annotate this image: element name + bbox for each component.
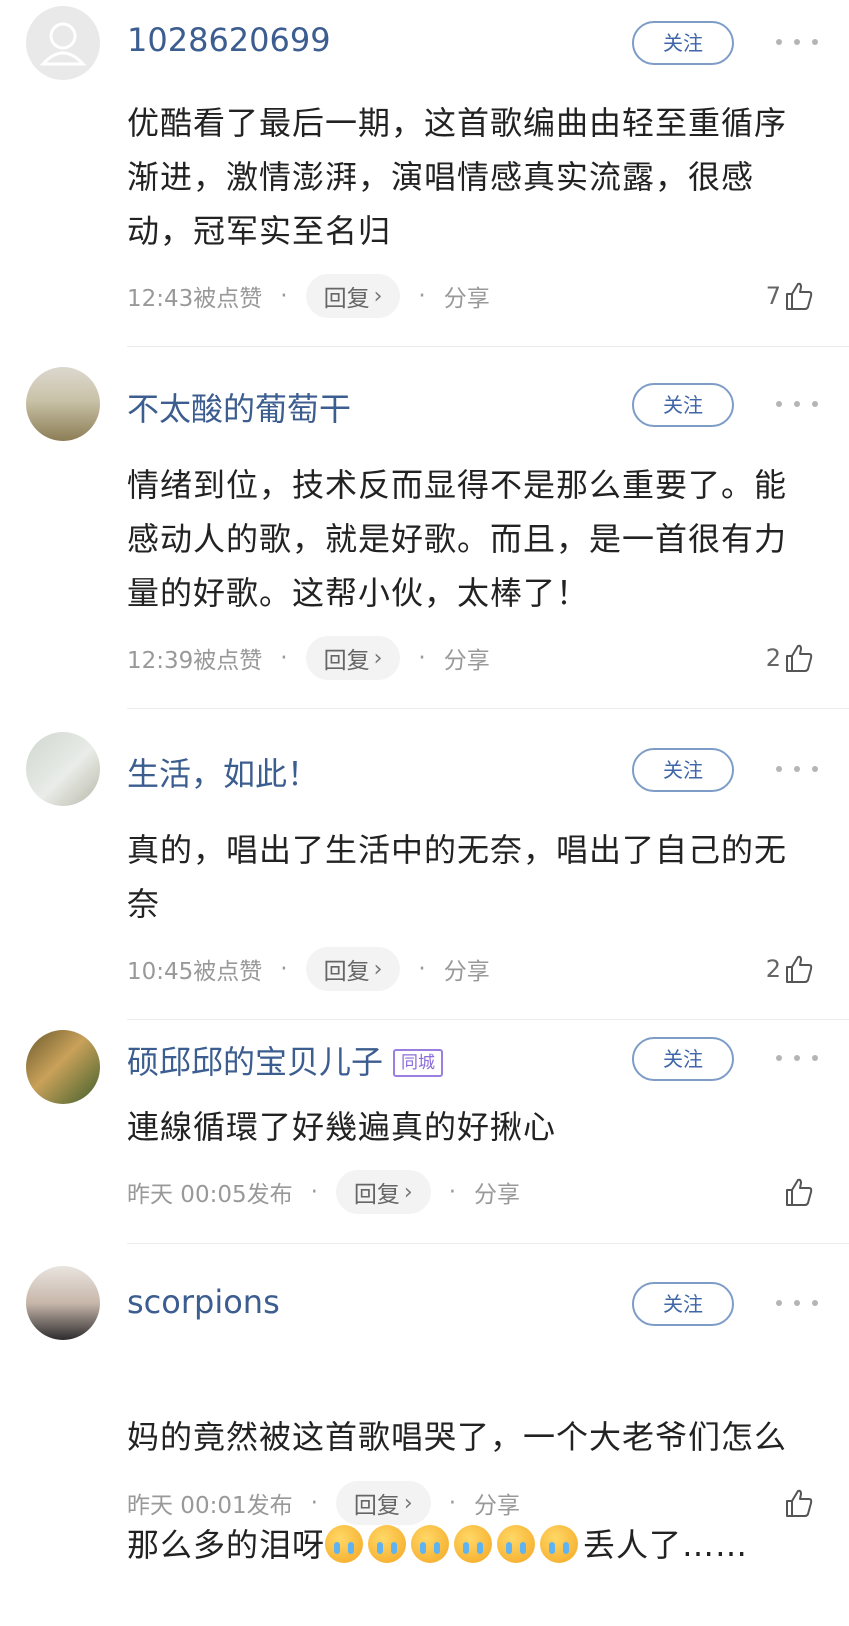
separator-dot: · bbox=[448, 1490, 457, 1516]
comment-time: 昨天 00:01发布 bbox=[127, 1493, 293, 1519]
username[interactable]: scorpions bbox=[127, 1283, 280, 1321]
thumbs-up-icon bbox=[786, 1489, 813, 1517]
crying-emoji bbox=[411, 1525, 450, 1563]
like-button[interactable] bbox=[781, 1170, 815, 1214]
avatar[interactable] bbox=[26, 367, 100, 441]
crying-emoji bbox=[325, 1525, 364, 1563]
crying-emoji bbox=[454, 1525, 493, 1563]
reply-label: 回复 bbox=[323, 286, 370, 312]
share-button[interactable]: 分享 bbox=[444, 952, 490, 986]
follow-button[interactable]: 关注 bbox=[632, 21, 734, 65]
crying-emoji bbox=[497, 1525, 536, 1563]
avatar[interactable] bbox=[26, 1030, 100, 1104]
comment-time: 10:45被点赞 bbox=[127, 959, 263, 985]
reply-label: 回复 bbox=[353, 1493, 400, 1519]
reply-label: 回复 bbox=[323, 959, 370, 985]
divider bbox=[127, 1243, 849, 1244]
comment-meta: 12:43被点赞 · 回复 › · 分享 bbox=[127, 274, 490, 318]
like-button[interactable]: 7 bbox=[766, 274, 815, 318]
comment-text: 优酷看了最后一期，这首歌编曲由轻至重循序 渐进，激情澎湃，演唱情感真实流露，很感… bbox=[127, 104, 788, 250]
like-count: 2 bbox=[765, 955, 781, 983]
reply-button[interactable]: 回复 › bbox=[335, 1481, 431, 1525]
crying-emoji bbox=[540, 1525, 579, 1563]
more-options-icon[interactable] bbox=[776, 1293, 818, 1313]
comment-text: 連線循環了好幾遍真的好揪心 bbox=[127, 1108, 557, 1146]
follow-button[interactable]: 关注 bbox=[632, 1282, 734, 1326]
separator-dot: · bbox=[280, 283, 288, 309]
more-options-icon[interactable] bbox=[776, 759, 818, 779]
comment-meta: 12:39被点赞 · 回复 › · 分享 bbox=[127, 636, 490, 680]
comment-list: 1028620699 关注 优酷看了最后一期，这首歌编曲由轻至重循序 渐进，激情… bbox=[0, 0, 849, 1566]
chevron-right-icon: › bbox=[373, 645, 383, 671]
username[interactable]: 1028620699 bbox=[127, 21, 331, 59]
chevron-right-icon: › bbox=[373, 956, 383, 982]
emoji-row bbox=[325, 1525, 583, 1564]
follow-button[interactable]: 关注 bbox=[632, 748, 734, 792]
username-text: 硕邱邱的宝贝儿子 bbox=[127, 1043, 384, 1081]
comment-text-line: 妈的竟然被这首歌唱哭了，一个大老爷们怎么 bbox=[127, 1418, 788, 1456]
divider bbox=[127, 1019, 849, 1020]
divider bbox=[127, 346, 849, 347]
reply-label: 回复 bbox=[323, 648, 370, 674]
separator-dot: · bbox=[310, 1179, 318, 1205]
share-button[interactable]: 分享 bbox=[474, 1175, 520, 1209]
comment-text: 真的，唱出了生活中的无奈，唱出了自己的无 奈 bbox=[127, 831, 788, 923]
avatar[interactable] bbox=[26, 1266, 100, 1340]
crying-emoji bbox=[368, 1525, 407, 1563]
chevron-right-icon: › bbox=[403, 1490, 413, 1516]
separator-dot: · bbox=[448, 1179, 457, 1205]
separator-dot: · bbox=[418, 645, 426, 671]
avatar[interactable] bbox=[26, 732, 100, 806]
like-count: 7 bbox=[765, 282, 781, 310]
reply-button[interactable]: 回复 › bbox=[335, 1170, 431, 1214]
chevron-right-icon: › bbox=[403, 1179, 413, 1205]
text-suffix: 丢人了…… bbox=[583, 1526, 749, 1564]
more-options-icon[interactable] bbox=[776, 32, 818, 52]
thumbs-up-icon bbox=[786, 644, 813, 672]
chevron-right-icon: › bbox=[373, 283, 383, 309]
thumbs-up-icon bbox=[786, 282, 813, 310]
more-options-icon[interactable] bbox=[776, 394, 818, 414]
share-button[interactable]: 分享 bbox=[474, 1486, 520, 1520]
username[interactable]: 不太酸的葡萄干 bbox=[127, 384, 351, 430]
comment-meta: 昨天 00:01发布 · 回复 › · 分享 bbox=[127, 1481, 520, 1525]
follow-button[interactable]: 关注 bbox=[632, 383, 734, 427]
like-button[interactable]: 2 bbox=[766, 636, 815, 680]
share-button[interactable]: 分享 bbox=[444, 641, 490, 675]
avatar[interactable] bbox=[26, 6, 100, 80]
same-city-badge: 同城 bbox=[393, 1049, 444, 1077]
comment-time: 12:43被点赞 bbox=[127, 286, 263, 312]
follow-button[interactable]: 关注 bbox=[632, 1037, 734, 1081]
separator-dot: · bbox=[418, 283, 426, 309]
separator-dot: · bbox=[280, 645, 288, 671]
like-button[interactable] bbox=[781, 1481, 815, 1525]
separator-dot: · bbox=[280, 956, 288, 982]
default-user-icon bbox=[39, 22, 87, 66]
reply-button[interactable]: 回复 › bbox=[305, 947, 401, 991]
separator-dot: · bbox=[418, 956, 426, 982]
comment-time: 昨天 00:05发布 bbox=[127, 1182, 293, 1208]
like-count: 2 bbox=[765, 644, 781, 672]
divider bbox=[127, 708, 849, 709]
separator-dot: · bbox=[310, 1490, 318, 1516]
comment-time: 12:39被点赞 bbox=[127, 648, 263, 674]
reply-button[interactable]: 回复 › bbox=[305, 636, 401, 680]
username[interactable]: 硕邱邱的宝贝儿子 同城 bbox=[127, 1037, 444, 1083]
reply-label: 回复 bbox=[353, 1182, 400, 1208]
reply-button[interactable]: 回复 › bbox=[305, 274, 401, 318]
text-prefix: 那么多的泪呀 bbox=[127, 1526, 326, 1564]
comment-text-line: 那么多的泪呀 丢人了…… bbox=[127, 1518, 817, 1572]
comment-meta: 昨天 00:05发布 · 回复 › · 分享 bbox=[127, 1170, 520, 1214]
more-options-icon[interactable] bbox=[776, 1048, 818, 1068]
comment-text: 情绪到位，技术反而显得不是那么重要了。能 感动人的歌，就是好歌。而且，是一首很有… bbox=[127, 466, 788, 612]
username[interactable]: 生活，如此！ bbox=[127, 749, 319, 795]
thumbs-up-icon bbox=[786, 955, 813, 983]
comment-meta: 10:45被点赞 · 回复 › · 分享 bbox=[127, 947, 490, 991]
share-button[interactable]: 分享 bbox=[444, 279, 490, 313]
thumbs-up-icon bbox=[786, 1178, 813, 1206]
like-button[interactable]: 2 bbox=[766, 947, 815, 991]
